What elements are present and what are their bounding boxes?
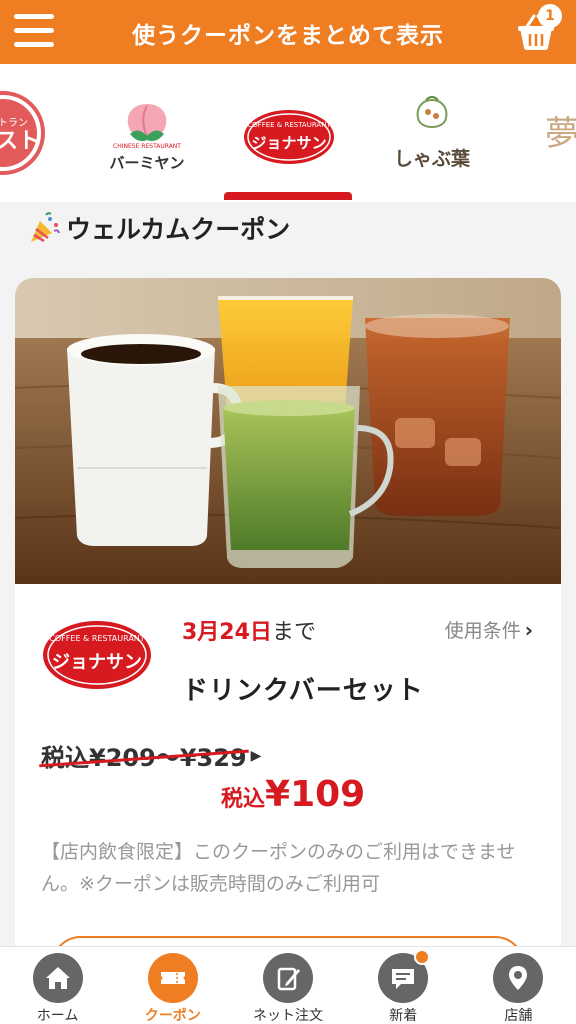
svg-text:COFFEE & RESTAURANT: COFFEE & RESTAURANT bbox=[247, 121, 331, 129]
brand-tab-bamiyan[interactable]: CHINESE RESTAURANT バーミヤン bbox=[108, 96, 186, 176]
map-pin-icon bbox=[493, 953, 544, 1003]
party-popper-icon bbox=[31, 212, 60, 243]
brand-selector: レストラン スト CHINESE RESTAURANT バーミヤン COFFEE… bbox=[0, 64, 576, 202]
cart-button[interactable]: 1 bbox=[514, 4, 562, 54]
svg-text:ジョナサン: ジョナサン bbox=[251, 134, 326, 152]
conditions-label: 使用条件 bbox=[444, 620, 521, 642]
discount-price-label: 税込 bbox=[221, 787, 266, 812]
coupon-brand-logo: COFFEE & RESTAURANT ジョナサン bbox=[43, 621, 151, 689]
brand-tab-yumean[interactable]: 夢 bbox=[532, 106, 576, 186]
nav-home-label: ホーム bbox=[36, 1008, 79, 1024]
gusto-logo-icon: レストラン スト bbox=[0, 91, 45, 175]
drink-bar-photo bbox=[15, 278, 561, 584]
svg-text:スト: スト bbox=[0, 129, 40, 154]
app-header: 使うクーポンをまとめて表示 1 bbox=[0, 0, 576, 64]
nav-coupon-label: クーポン bbox=[144, 1008, 201, 1024]
section-title: ウェルカムクーポン bbox=[28, 208, 290, 248]
nav-store[interactable]: 店舗 bbox=[461, 947, 576, 1024]
svg-text:COFFEE & RESTAURANT: COFFEE & RESTAURANT bbox=[49, 634, 144, 643]
coupon-note: 【店内飲食限定】このクーポンのみのご利用はできません。※クーポンは販売時間のみご… bbox=[41, 841, 516, 895]
brand-name-shabuyo: しゃぶ葉 bbox=[393, 148, 470, 170]
header-title: 使うクーポンをまとめて表示 bbox=[132, 23, 444, 49]
cart-count-badge: 1 bbox=[538, 4, 562, 28]
caret-right-icon: ▶ bbox=[250, 747, 262, 764]
coupon-name: ドリンクバーセット bbox=[182, 676, 424, 706]
svg-text:ジョナサン: ジョナサン bbox=[52, 652, 142, 673]
svg-text:レストラン: レストラン bbox=[0, 117, 28, 129]
peach-logo-icon: CHINESE RESTAURANT bbox=[113, 104, 181, 150]
selected-brand-indicator bbox=[224, 192, 352, 200]
nav-store-label: 店舗 bbox=[504, 1008, 533, 1024]
nav-news-label: 新着 bbox=[389, 1008, 418, 1024]
coupon-expiry: 3月24日まで bbox=[182, 614, 316, 646]
nav-coupon[interactable]: クーポン bbox=[115, 947, 230, 1024]
original-price: 税込¥209〜¥329 ▶ bbox=[41, 738, 261, 773]
pencil-icon bbox=[263, 953, 313, 1003]
nav-news[interactable]: 新着 bbox=[346, 947, 461, 1024]
original-price-text: 税込¥209〜¥329 bbox=[41, 738, 247, 773]
expiry-suffix: まで bbox=[271, 620, 316, 645]
svg-text:CHINESE RESTAURANT: CHINESE RESTAURANT bbox=[113, 143, 181, 150]
nav-order[interactable]: ネット注文 bbox=[230, 947, 345, 1024]
coupon-icon bbox=[147, 953, 198, 1003]
brand-name-bamiyan: バーミヤン bbox=[109, 154, 185, 172]
section-title-text: ウェルカムクーポン bbox=[66, 215, 291, 244]
brand-tab-shabuyo[interactable]: しゃぶ葉 bbox=[392, 96, 472, 176]
discount-price-amount: ¥109 bbox=[265, 774, 366, 815]
home-icon bbox=[32, 953, 83, 1003]
jonathan-logo-icon: COFFEE & RESTAURANT ジョナサン bbox=[244, 110, 334, 164]
brand-tab-gusto[interactable]: レストラン スト bbox=[0, 90, 46, 175]
brand-tab-jonathan[interactable]: COFFEE & RESTAURANT ジョナサン bbox=[242, 108, 336, 188]
bottom-navigation: ホーム クーポン ネット注文 新着 店舗 bbox=[0, 946, 576, 1024]
coupon-card[interactable]: COFFEE & RESTAURANT ジョナサン 3月24日まで 使用条件 ›… bbox=[15, 278, 561, 978]
discount-price: 税込 ¥109 bbox=[221, 774, 365, 815]
brand-name-yumean: 夢 bbox=[545, 114, 576, 154]
shabuyo-logo-icon bbox=[416, 96, 448, 128]
conditions-link[interactable]: 使用条件 › bbox=[445, 616, 533, 643]
nav-order-label: ネット注文 bbox=[253, 1008, 323, 1024]
nav-home[interactable]: ホーム bbox=[0, 947, 115, 1024]
expiry-date: 3月24日 bbox=[182, 620, 272, 645]
chevron-right-icon: › bbox=[524, 617, 533, 642]
notification-dot bbox=[413, 949, 430, 965]
